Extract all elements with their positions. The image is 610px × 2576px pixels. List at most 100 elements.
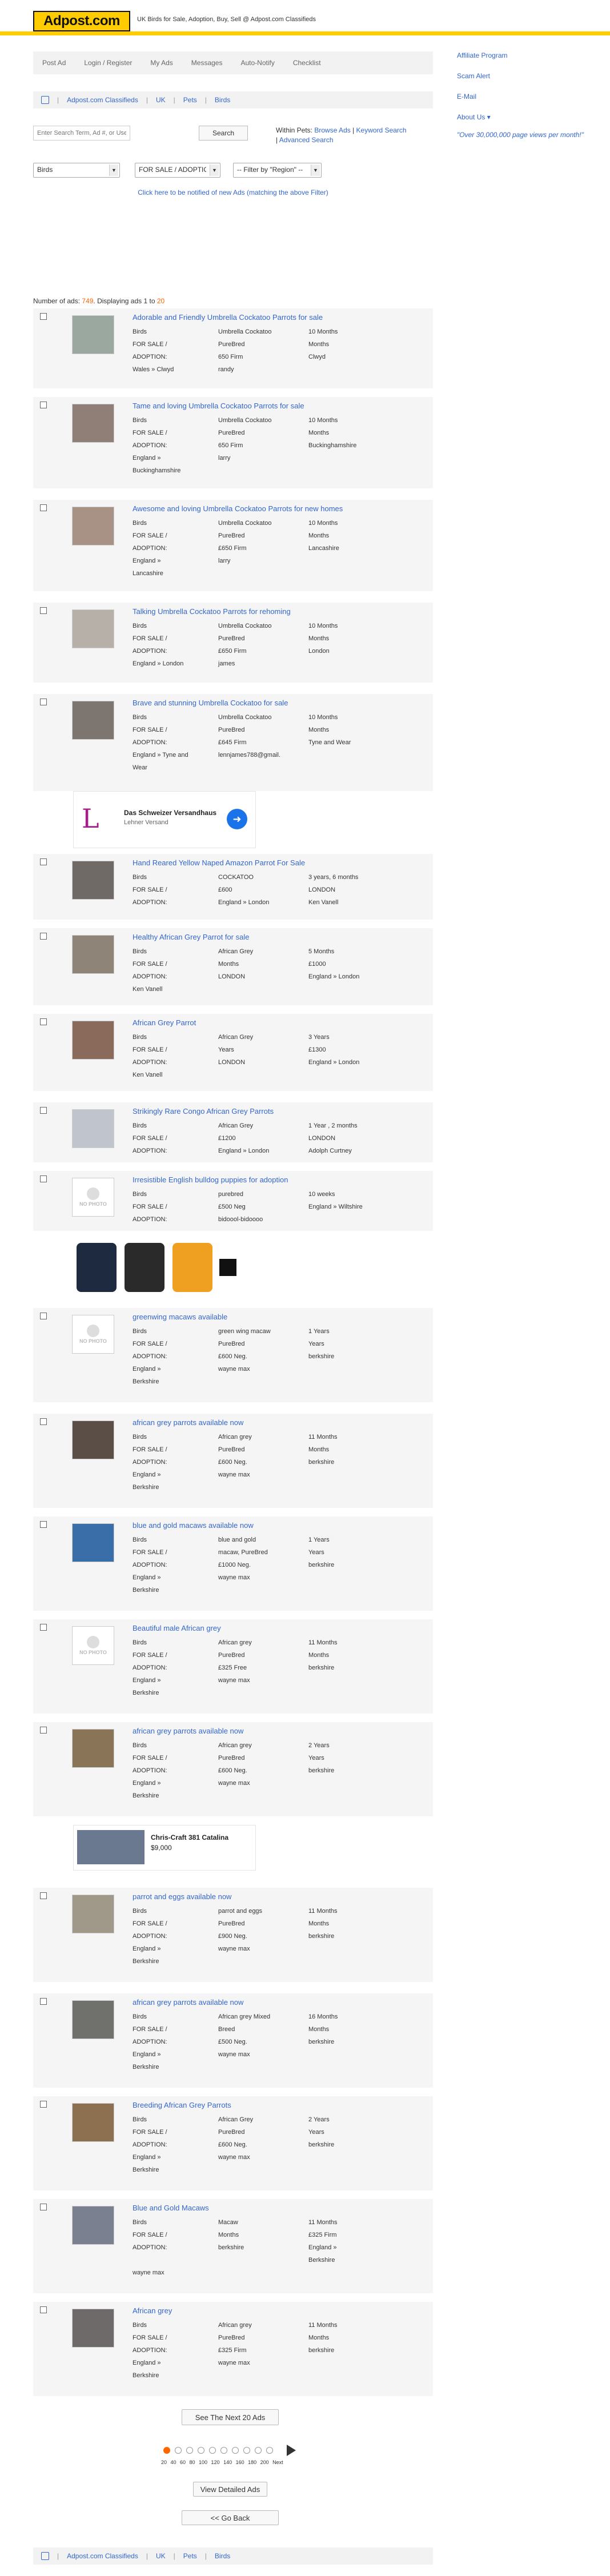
listing-checkbox[interactable] [40, 1998, 47, 2005]
breadcrumb-uk[interactable]: UK [156, 96, 166, 104]
listing-title[interactable]: Healthy African Grey Parrot for sale [133, 933, 249, 941]
listing-thumbnail[interactable] [72, 1421, 114, 1459]
listing-checkbox[interactable] [40, 2204, 47, 2210]
nav-messages[interactable]: Messages [182, 59, 232, 67]
nav-checklist[interactable]: Checklist [284, 59, 330, 67]
nav-post-ad[interactable]: Post Ad [33, 59, 75, 67]
listing-checkbox[interactable] [40, 1521, 47, 1528]
pager-dot[interactable] [255, 2447, 262, 2454]
listing-thumbnail[interactable] [72, 701, 114, 740]
play-next-icon[interactable] [287, 2445, 296, 2456]
listing-thumbnail[interactable] [72, 1021, 114, 1060]
pager-dot[interactable] [243, 2447, 250, 2454]
type-select[interactable]: FOR SALE / ADOPTION ▼ [135, 163, 220, 178]
listing-title[interactable]: Brave and stunning Umbrella Cockatoo for… [133, 699, 288, 707]
listing-thumbnail[interactable] [72, 2103, 114, 2142]
listing-thumbnail[interactable] [72, 1729, 114, 1768]
breadcrumb-adpost[interactable]: Adpost.com Classifieds [67, 96, 138, 104]
listing-title[interactable]: blue and gold macaws available now [133, 1521, 254, 1530]
listing-checkbox[interactable] [40, 1892, 47, 1899]
listing-checkbox[interactable] [40, 1418, 47, 1425]
pager-dot[interactable] [175, 2447, 182, 2454]
listing-thumbnail[interactable] [72, 2000, 114, 2039]
listing-checkbox[interactable] [40, 2306, 47, 2313]
listing-checkbox[interactable] [40, 1018, 47, 1025]
email-link[interactable]: E-Mail [457, 93, 594, 101]
home-icon[interactable] [41, 96, 49, 104]
no-photo-icon[interactable]: NO PHOTO [72, 1315, 114, 1354]
search-input[interactable] [33, 126, 130, 141]
breadcrumb-pets[interactable]: Pets [183, 96, 197, 104]
ad-banner-versandhaus[interactable]: L Das Schweizer Versandhaus Lehner Versa… [73, 791, 256, 848]
listing-title[interactable]: greenwing macaws available [133, 1313, 227, 1321]
listing-checkbox[interactable] [40, 1727, 47, 1734]
about-us-link[interactable]: About Us ▾ [457, 113, 594, 121]
pager-dot[interactable] [209, 2447, 216, 2454]
go-back-button[interactable]: << Go Back [182, 2510, 279, 2525]
listing-title[interactable]: african grey parrots available now [133, 1727, 243, 1735]
next-ads-button[interactable]: See The Next 20 Ads [182, 2409, 279, 2425]
listing-checkbox[interactable] [40, 933, 47, 940]
listing-title[interactable]: African Grey Parrot [133, 1018, 196, 1027]
listing-title[interactable]: Blue and Gold Macaws [133, 2204, 209, 2212]
no-photo-icon[interactable]: NO PHOTO [72, 1178, 114, 1217]
listing-checkbox[interactable] [40, 504, 47, 511]
listing-thumbnail[interactable] [72, 404, 114, 443]
listing-thumbnail[interactable] [72, 1109, 114, 1148]
breadcrumb-adpost[interactable]: Adpost.com Classifieds [67, 2552, 138, 2560]
listing-thumbnail[interactable] [72, 1895, 114, 1933]
breadcrumb-uk[interactable]: UK [156, 2552, 166, 2560]
advanced-search-link[interactable]: Advanced Search [279, 136, 334, 144]
listing-checkbox[interactable] [40, 1175, 47, 1182]
nav-auto-notify[interactable]: Auto-Notify [231, 59, 283, 67]
ad-banner-jackets[interactable] [73, 1239, 256, 1297]
listing-title[interactable]: Beautiful male African grey [133, 1624, 221, 1632]
region-select[interactable]: -- Filter by "Region" -- ▼ [233, 163, 322, 178]
listing-checkbox[interactable] [40, 858, 47, 865]
listing-title[interactable]: african grey parrots available now [133, 1418, 243, 1427]
listing-thumbnail[interactable] [72, 935, 114, 974]
home-icon[interactable] [41, 2552, 49, 2560]
listing-title[interactable]: Tame and loving Umbrella Cockatoo Parrot… [133, 402, 304, 410]
listing-title[interactable]: Hand Reared Yellow Naped Amazon Parrot F… [133, 858, 305, 867]
pager-dot[interactable] [163, 2447, 170, 2454]
listing-title[interactable]: Adorable and Friendly Umbrella Cockatoo … [133, 313, 323, 322]
scam-alert-link[interactable]: Scam Alert [457, 72, 594, 80]
listing-checkbox[interactable] [40, 402, 47, 408]
listing-checkbox[interactable] [40, 2101, 47, 2108]
listing-thumbnail[interactable] [72, 861, 114, 900]
listing-thumbnail[interactable] [72, 2309, 114, 2348]
listing-thumbnail[interactable] [72, 2206, 114, 2245]
listing-title[interactable]: African grey [133, 2306, 172, 2315]
listing-checkbox[interactable] [40, 607, 47, 614]
browse-ads-link[interactable]: Browse Ads [314, 126, 350, 134]
listing-thumbnail[interactable] [72, 315, 114, 354]
view-detailed-button[interactable]: View Detailed Ads [193, 2482, 267, 2497]
pager-dot[interactable] [232, 2447, 239, 2454]
breadcrumb-pets[interactable]: Pets [183, 2552, 197, 2560]
pager-dot[interactable] [198, 2447, 204, 2454]
pager-dot[interactable] [266, 2447, 273, 2454]
listing-checkbox[interactable] [40, 313, 47, 320]
listing-thumbnail[interactable] [72, 609, 114, 648]
nav-my-ads[interactable]: My Ads [141, 59, 182, 67]
pager-dot[interactable] [186, 2447, 193, 2454]
keyword-search-link[interactable]: Keyword Search [356, 126, 407, 134]
listing-title[interactable]: african grey parrots available now [133, 1998, 243, 2007]
listing-title[interactable]: Talking Umbrella Cockatoo Parrots for re… [133, 607, 291, 616]
listing-checkbox[interactable] [40, 699, 47, 705]
breadcrumb-birds[interactable]: Birds [215, 96, 230, 104]
listing-title[interactable]: Strikingly Rare Congo African Grey Parro… [133, 1107, 274, 1116]
pager-dot[interactable] [220, 2447, 227, 2454]
nav-login[interactable]: Login / Register [75, 59, 141, 67]
listing-title[interactable]: Breeding African Grey Parrots [133, 2101, 231, 2109]
notify-link[interactable]: Click here to be notified of new Ads (ma… [138, 188, 328, 196]
listing-title[interactable]: Awesome and loving Umbrella Cockatoo Par… [133, 504, 343, 513]
listing-title[interactable]: parrot and eggs available now [133, 1892, 231, 1901]
listing-checkbox[interactable] [40, 1107, 47, 1114]
arrow-right-icon[interactable]: ➜ [227, 809, 247, 829]
affiliate-link[interactable]: Affiliate Program [457, 51, 594, 59]
no-photo-icon[interactable]: NO PHOTO [72, 1626, 114, 1665]
listing-checkbox[interactable] [40, 1313, 47, 1319]
listing-thumbnail[interactable] [72, 1523, 114, 1562]
